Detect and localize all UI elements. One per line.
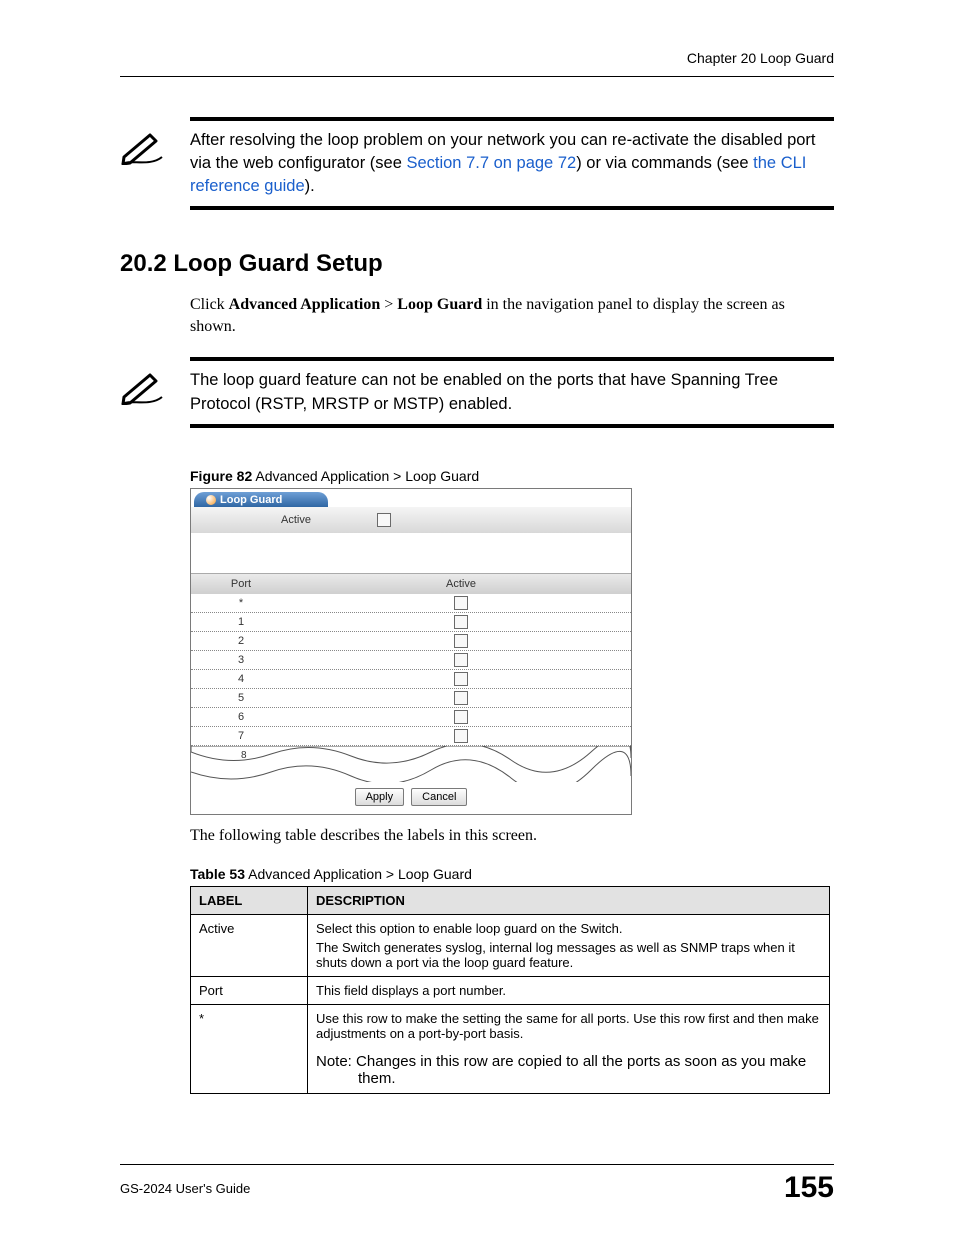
global-active-checkbox[interactable] [377, 513, 391, 527]
note-2-text: The loop guard feature can not be enable… [180, 369, 834, 415]
desc-line: The Switch generates syslog, internal lo… [316, 940, 821, 970]
port-active-checkbox[interactable] [454, 615, 468, 629]
note-block-1: After resolving the loop problem on your… [120, 117, 834, 210]
port-row-3: 3 [191, 651, 631, 670]
section-title: 20.2 Loop Guard Setup [120, 250, 834, 278]
loop-guard-screenshot: Loop Guard Active Port Active * 1 2 3 4 … [190, 488, 632, 815]
col-header-port: Port [191, 578, 291, 590]
cell-note: Note: Changes in this row are copied to … [358, 1053, 821, 1087]
col-header-active: Active [291, 578, 631, 590]
port-active-checkbox[interactable] [454, 710, 468, 724]
cell-label: Port [191, 977, 308, 1005]
table-row: Port This field displays a port number. [191, 977, 830, 1005]
pencil-note-icon [120, 129, 180, 171]
screenshot-table-header: Port Active [191, 573, 631, 594]
intro-loop-guard: Loop Guard [397, 296, 482, 313]
port-row-1: 1 [191, 613, 631, 632]
intro-prefix: Click [190, 296, 229, 313]
port-label: * [191, 597, 291, 609]
table-caption-bold: Table 53 [190, 866, 245, 882]
desc-line: Use this row to make the setting the sam… [316, 1011, 821, 1041]
cell-label: Active [191, 915, 308, 977]
apply-button[interactable]: Apply [355, 788, 405, 806]
figure-caption: Figure 82 Advanced Application > Loop Gu… [190, 468, 834, 484]
port-active-checkbox[interactable] [454, 672, 468, 686]
port-active-checkbox[interactable] [454, 729, 468, 743]
footer-page-number: 155 [784, 1171, 834, 1205]
port-label: 4 [191, 673, 291, 685]
table-caption: Table 53 Advanced Application > Loop Gua… [190, 866, 834, 882]
table-header-row: LABEL DESCRIPTION [191, 887, 830, 915]
section-intro: Click Advanced Application > Loop Guard … [190, 294, 834, 337]
table-intro: The following table describes the labels… [190, 825, 834, 847]
pencil-note-icon [120, 369, 180, 411]
intro-advanced-application: Advanced Application [229, 296, 381, 313]
global-active-row: Active [191, 507, 631, 533]
port-active-checkbox[interactable] [454, 596, 468, 610]
figure-caption-bold: Figure 82 [190, 468, 252, 484]
port-label: 3 [191, 654, 291, 666]
table-caption-rest: Advanced Application > Loop Guard [245, 866, 472, 882]
cell-label: * [191, 1005, 308, 1094]
screenshot-button-row: Apply Cancel [191, 782, 631, 814]
screenshot-spacer [191, 533, 631, 573]
port-label: 6 [191, 711, 291, 723]
port-active-checkbox[interactable] [454, 653, 468, 667]
port-row-7: 7 [191, 727, 631, 746]
port-active-checkbox[interactable] [454, 691, 468, 705]
torn-edge: 8 [191, 746, 631, 782]
description-table: LABEL DESCRIPTION Active Select this opt… [190, 886, 830, 1094]
page-footer: GS-2024 User's Guide 155 [120, 1164, 834, 1205]
note2-bottom-bar [190, 424, 834, 428]
cell-description: Select this option to enable loop guard … [308, 915, 830, 977]
port-row-4: 4 [191, 670, 631, 689]
port-row-5: 5 [191, 689, 631, 708]
port-label: 2 [191, 635, 291, 647]
cell-description: Use this row to make the setting the sam… [308, 1005, 830, 1094]
tab-dot-icon [206, 495, 216, 505]
th-label: LABEL [191, 887, 308, 915]
port-row-star: * [191, 594, 631, 613]
svg-text:8: 8 [241, 750, 247, 761]
screenshot-title-text: Loop Guard [220, 494, 282, 506]
cancel-button[interactable]: Cancel [411, 788, 467, 806]
screenshot-title-tab: Loop Guard [194, 492, 328, 508]
note-bottom-bar [190, 206, 834, 210]
intro-mid: > [380, 296, 397, 313]
port-row-2: 2 [191, 632, 631, 651]
footer-guide-name: GS-2024 User's Guide [120, 1181, 250, 1196]
port-row-6: 6 [191, 708, 631, 727]
desc-line: Select this option to enable loop guard … [316, 921, 821, 936]
chapter-header: Chapter 20 Loop Guard [120, 50, 834, 77]
port-active-checkbox[interactable] [454, 634, 468, 648]
global-active-label: Active [191, 514, 317, 526]
figure-caption-rest: Advanced Application > Loop Guard [252, 468, 479, 484]
cell-description: This field displays a port number. [308, 977, 830, 1005]
port-label: 7 [191, 730, 291, 742]
table-row: Active Select this option to enable loop… [191, 915, 830, 977]
link-section-7-7[interactable]: Section 7.7 on page 72 [406, 154, 576, 172]
port-label: 1 [191, 616, 291, 628]
note1-suffix: ). [305, 177, 315, 195]
th-description: DESCRIPTION [308, 887, 830, 915]
port-label: 5 [191, 692, 291, 704]
note1-middle: ) or via commands (see [576, 154, 753, 172]
note-1-text: After resolving the loop problem on your… [180, 129, 834, 198]
table-row: * Use this row to make the setting the s… [191, 1005, 830, 1094]
note-block-2: The loop guard feature can not be enable… [120, 357, 834, 427]
